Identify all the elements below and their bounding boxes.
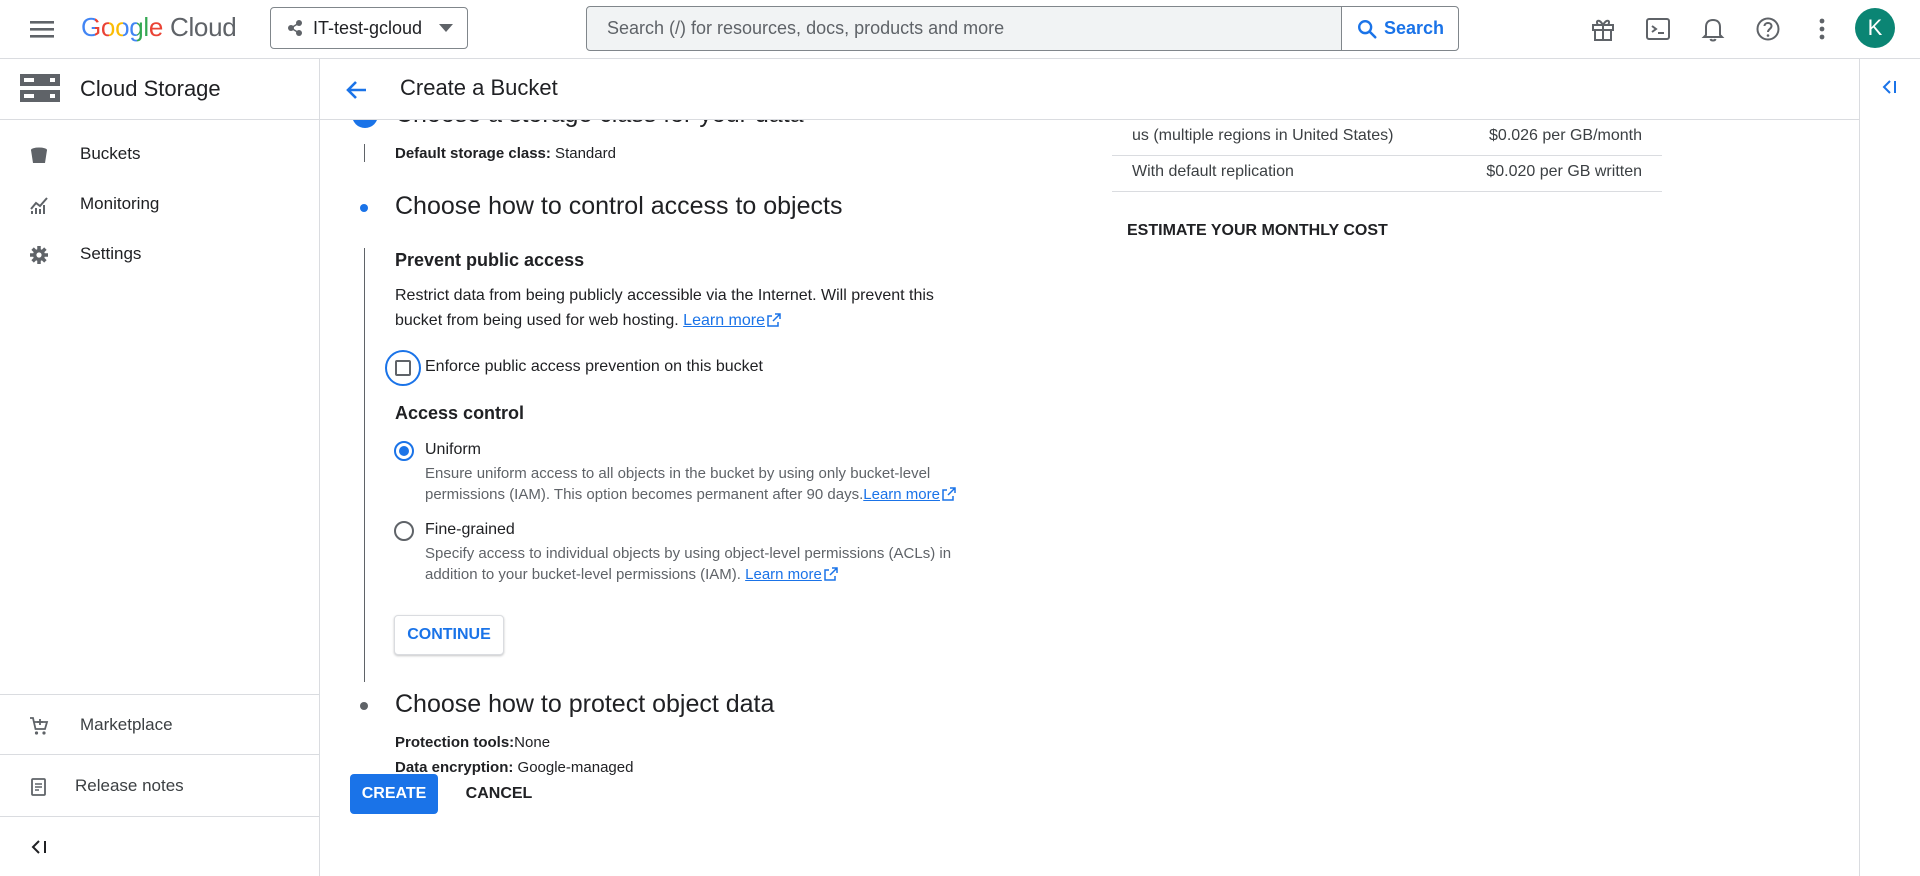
sidebar-item-marketplace[interactable]: Marketplace: [0, 701, 319, 751]
pricing-row-value: $0.020 per GB written: [1486, 163, 1642, 180]
step-title-access-control: Choose how to control access to objects: [395, 192, 843, 220]
gift-icon[interactable]: [1588, 14, 1618, 44]
collapse-nav-icon[interactable]: [30, 839, 48, 855]
protection-tools-value: None: [514, 734, 551, 751]
pricing-row-label: us (multiple regions in United States): [1132, 127, 1394, 144]
default-storage-class: Default storage class: Standard: [395, 145, 616, 162]
bucket-icon: [29, 145, 49, 165]
cancel-button[interactable]: CANCEL: [454, 774, 544, 814]
sidebar-item-release-notes[interactable]: Release notes: [0, 762, 319, 812]
step-title-protect-data[interactable]: Choose how to protect object data: [395, 690, 774, 719]
active-step-dot: [360, 204, 368, 212]
fine-grained-desc-line2: addition to your bucket-level permission…: [425, 566, 741, 583]
search-button-label: Search: [1383, 18, 1445, 38]
pricing-row-label: With default replication: [1132, 163, 1294, 180]
product-header: Cloud Storage: [0, 59, 319, 120]
nav-divider: [0, 754, 319, 755]
default-storage-class-label: Default storage class:: [395, 145, 551, 162]
logo-cloud-text: Cloud: [169, 12, 237, 42]
more-vert-icon[interactable]: [1807, 14, 1837, 44]
sidebar-item-label: Marketplace: [80, 715, 173, 734]
search-input[interactable]: [587, 6, 1341, 51]
continue-button[interactable]: CONTINUE: [394, 615, 504, 655]
prevent-public-access-heading: Prevent public access: [395, 250, 585, 270]
estimate-monthly-cost-link[interactable]: ESTIMATE YOUR MONTHLY COST: [1127, 222, 1388, 240]
help-icon[interactable]: [1753, 14, 1783, 44]
sidebar-item-label: Settings: [80, 244, 142, 263]
top-bar: Google Cloud IT-test-gcloud Search K: [0, 0, 1920, 59]
right-side-panel: [1859, 59, 1920, 876]
fine-grained-label[interactable]: Fine-grained: [425, 521, 515, 539]
fine-grained-description: Specify access to individual objects by …: [425, 543, 985, 585]
enforce-public-access-label[interactable]: Enforce public access prevention on this…: [425, 358, 763, 376]
project-icon: [288, 20, 302, 36]
project-name: IT-test-gcloud: [313, 17, 423, 38]
create-button[interactable]: CREATE: [350, 774, 438, 814]
nav-divider: [0, 816, 319, 817]
monitoring-icon: [29, 195, 49, 215]
learn-more-link[interactable]: Learn more: [863, 486, 940, 503]
sidebar-item-label: Buckets: [80, 144, 141, 163]
sidebar-item-settings[interactable]: Settings: [0, 230, 319, 280]
gear-icon: [29, 245, 49, 265]
chevron-down-icon: [439, 24, 453, 32]
project-picker[interactable]: IT-test-gcloud: [270, 7, 468, 49]
step-connector: [364, 144, 365, 162]
page-title: Create a Bucket: [400, 75, 558, 100]
sidebar-item-label: Monitoring: [80, 194, 160, 213]
uniform-description: Ensure uniform access to all objects in …: [425, 463, 985, 505]
sidebar-item-label: Release notes: [75, 776, 184, 795]
prevent-desc-line2: bucket from being used for web hosting.: [395, 312, 679, 329]
prevent-public-access-description: Restrict data from being publicly access…: [395, 283, 995, 333]
step-title-storage-class[interactable]: Choose a storage class for your data: [395, 120, 804, 129]
step-connector: [364, 248, 365, 682]
uniform-radio[interactable]: [394, 441, 414, 461]
expand-panel-icon[interactable]: [1880, 79, 1898, 95]
nav-divider: [0, 694, 319, 695]
cart-icon: [29, 716, 49, 736]
sidebar-item-buckets[interactable]: Buckets: [0, 130, 319, 180]
pricing-row-value: $0.026 per GB/month: [1489, 127, 1642, 144]
step-complete-check-icon: [352, 120, 378, 128]
sidebar-item-monitoring[interactable]: Monitoring: [0, 180, 319, 230]
create-bucket-form: Choose a storage class for your data Def…: [320, 120, 1859, 876]
fine-grained-radio[interactable]: [394, 521, 414, 541]
logo-google-text: Google: [81, 12, 164, 42]
enforce-public-access-checkbox[interactable]: [385, 350, 421, 386]
search-button[interactable]: Search: [1341, 7, 1458, 50]
product-title: Cloud Storage: [80, 76, 221, 101]
external-link-icon: [767, 313, 781, 327]
cloud-storage-icon: [20, 72, 60, 104]
uniform-desc-line2: permissions (IAM). This option becomes p…: [425, 486, 864, 503]
search-icon: [1357, 19, 1377, 39]
main-menu-icon[interactable]: [28, 17, 56, 41]
page-header: Create a Bucket: [320, 59, 1859, 120]
external-link-icon: [942, 487, 956, 501]
user-avatar[interactable]: K: [1855, 8, 1895, 48]
protection-tools: Protection tools:None: [395, 734, 550, 751]
fine-grained-desc-line1: Specify access to individual objects by …: [425, 545, 952, 562]
notifications-bell-icon[interactable]: [1698, 14, 1728, 44]
access-control-heading: Access control: [395, 403, 525, 423]
learn-more-link[interactable]: Learn more: [745, 566, 822, 583]
protection-tools-label: Protection tools:: [395, 734, 515, 751]
pricing-row: us (multiple regions in United States) $…: [1112, 120, 1662, 156]
uniform-label[interactable]: Uniform: [425, 441, 481, 459]
default-storage-class-value: Standard: [550, 145, 616, 162]
cloud-shell-icon[interactable]: [1643, 14, 1673, 44]
back-arrow-icon[interactable]: [344, 77, 370, 103]
uniform-desc-line1: Ensure uniform access to all objects in …: [425, 465, 931, 482]
external-link-icon: [824, 567, 838, 581]
learn-more-link[interactable]: Learn more: [683, 312, 765, 329]
inactive-step-dot: [360, 702, 368, 710]
release-notes-icon: [29, 777, 49, 797]
prevent-desc-line1: Restrict data from being publicly access…: [395, 287, 934, 304]
google-cloud-logo[interactable]: Google Cloud: [81, 12, 237, 43]
checkbox-box: [395, 360, 411, 376]
pricing-row: With default replication $0.020 per GB w…: [1112, 156, 1662, 192]
left-navigation: Cloud Storage Buckets Monitoring Setting…: [0, 59, 320, 876]
search-bar: Search: [586, 6, 1459, 51]
